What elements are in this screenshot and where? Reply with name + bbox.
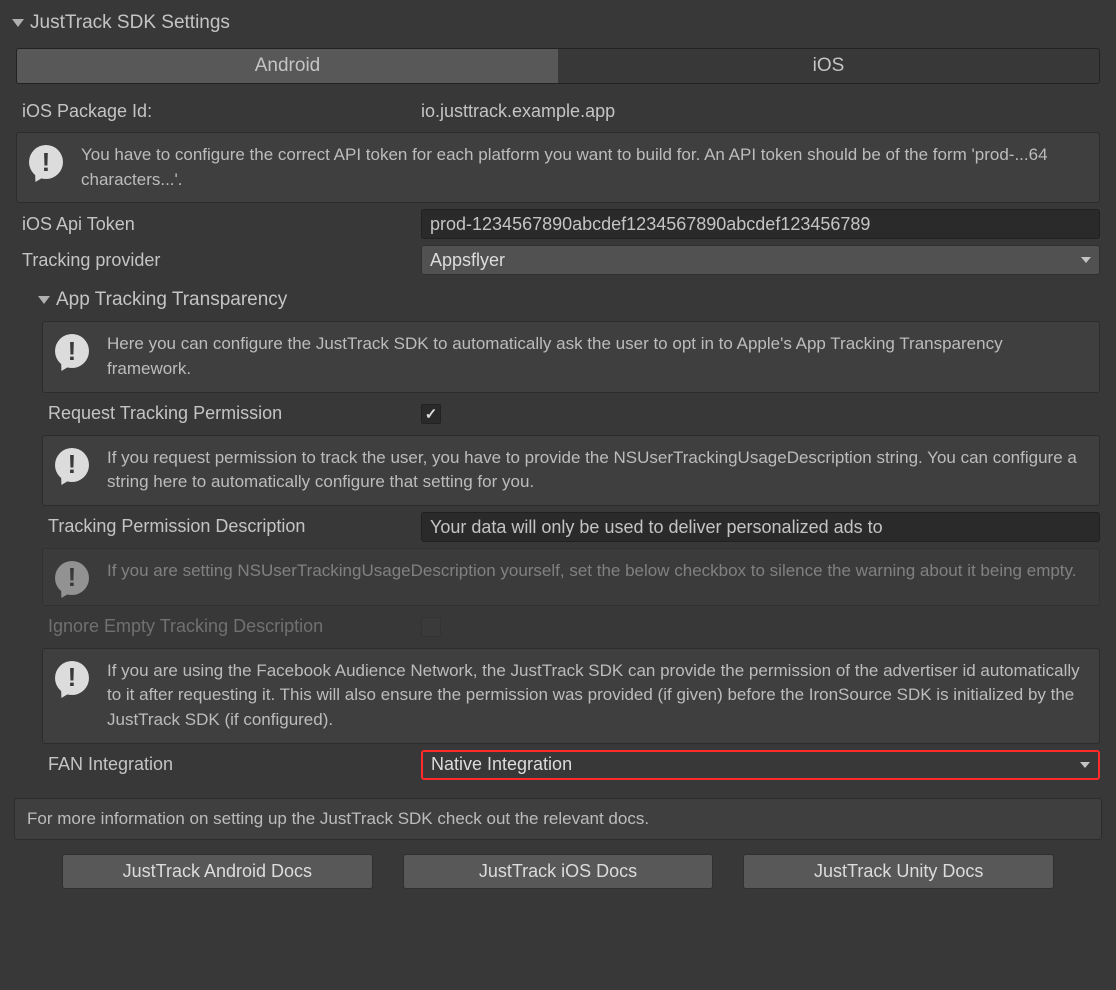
unity-docs-button[interactable]: JustTrack Unity Docs xyxy=(743,854,1054,889)
info-ns-desc: ! If you request permission to track the… xyxy=(42,435,1100,506)
info-silence-text: If you are setting NSUserTrackingUsageDe… xyxy=(107,559,1087,584)
info-api-token: ! You have to configure the correct API … xyxy=(16,132,1100,203)
info-icon: ! xyxy=(55,334,93,368)
info-icon: ! xyxy=(55,448,93,482)
package-id-value: io.justtrack.example.app xyxy=(421,101,1100,122)
info-icon: ! xyxy=(55,661,93,695)
settings-header[interactable]: JustTrack SDK Settings xyxy=(12,8,1104,38)
ignore-empty-label: Ignore Empty Tracking Description xyxy=(42,616,421,637)
request-permission-row: Request Tracking Permission xyxy=(42,399,1100,429)
settings-title: JustTrack SDK Settings xyxy=(30,12,230,34)
platform-tabs: Android iOS xyxy=(16,48,1100,84)
tracking-desc-input[interactable]: Your data will only be used to deliver p… xyxy=(421,512,1100,542)
info-ns-desc-text: If you request permission to track the u… xyxy=(107,446,1087,495)
att-section: App Tracking Transparency ! Here you can… xyxy=(38,285,1104,779)
info-att-intro-text: Here you can configure the JustTrack SDK… xyxy=(107,332,1087,381)
tracking-desc-row: Tracking Permission Description Your dat… xyxy=(42,512,1100,542)
tracking-provider-label: Tracking provider xyxy=(16,250,421,271)
fan-integration-row: FAN Integration Native Integration xyxy=(42,750,1100,780)
ignore-empty-row: Ignore Empty Tracking Description xyxy=(42,612,1100,642)
att-title: App Tracking Transparency xyxy=(56,289,287,311)
tab-ios[interactable]: iOS xyxy=(558,49,1099,83)
tracking-desc-label: Tracking Permission Description xyxy=(42,516,421,537)
ignore-empty-checkbox xyxy=(421,617,441,637)
tracking-provider-dropdown[interactable]: Appsflyer xyxy=(421,245,1100,275)
chevron-down-icon xyxy=(38,296,50,304)
att-header[interactable]: App Tracking Transparency xyxy=(38,285,1104,315)
footer-note: For more information on setting up the J… xyxy=(14,798,1102,840)
chevron-down-icon xyxy=(1080,762,1090,768)
fan-integration-value: Native Integration xyxy=(431,754,572,775)
chevron-down-icon xyxy=(1081,257,1091,263)
api-token-row: iOS Api Token prod-1234567890abcdef12345… xyxy=(16,209,1100,239)
info-fan: ! If you are using the Facebook Audience… xyxy=(42,648,1100,744)
docs-button-row: JustTrack Android Docs JustTrack iOS Doc… xyxy=(12,854,1104,889)
tab-android[interactable]: Android xyxy=(17,49,558,83)
tracking-provider-value: Appsflyer xyxy=(430,250,505,271)
fan-integration-label: FAN Integration xyxy=(42,754,421,775)
api-token-input[interactable]: prod-1234567890abcdef1234567890abcdef123… xyxy=(421,209,1100,239)
info-fan-text: If you are using the Facebook Audience N… xyxy=(107,659,1087,733)
info-api-token-text: You have to configure the correct API to… xyxy=(81,143,1087,192)
fan-integration-dropdown[interactable]: Native Integration xyxy=(421,750,1100,780)
request-permission-checkbox[interactable] xyxy=(421,404,441,424)
info-silence: ! If you are setting NSUserTrackingUsage… xyxy=(42,548,1100,606)
request-permission-label: Request Tracking Permission xyxy=(42,403,421,424)
ios-docs-button[interactable]: JustTrack iOS Docs xyxy=(403,854,714,889)
info-att-intro: ! Here you can configure the JustTrack S… xyxy=(42,321,1100,392)
chevron-down-icon xyxy=(12,19,24,27)
package-id-label: iOS Package Id: xyxy=(16,101,421,122)
android-docs-button[interactable]: JustTrack Android Docs xyxy=(62,854,373,889)
info-icon: ! xyxy=(29,145,67,179)
package-id-row: iOS Package Id: io.justtrack.example.app xyxy=(16,96,1100,126)
api-token-label: iOS Api Token xyxy=(16,214,421,235)
tracking-provider-row: Tracking provider Appsflyer xyxy=(16,245,1100,275)
info-icon: ! xyxy=(55,561,93,595)
